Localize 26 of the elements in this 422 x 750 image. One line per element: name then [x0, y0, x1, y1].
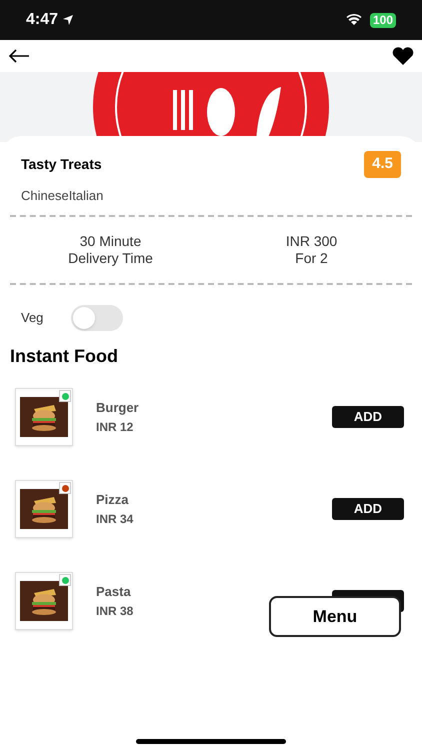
wifi-icon	[346, 14, 362, 26]
heart-icon	[392, 47, 414, 65]
rating-badge: 4.5	[364, 151, 401, 178]
cuisine-text: ChineseItalian	[20, 186, 104, 204]
back-button[interactable]	[8, 49, 30, 63]
veg-toggle[interactable]	[71, 305, 124, 331]
add-button[interactable]: ADD	[332, 406, 404, 428]
battery-indicator: 100	[370, 12, 396, 28]
add-button[interactable]: ADD	[332, 498, 404, 520]
food-price: INR 12	[96, 418, 134, 436]
stat-label: For 2	[295, 250, 328, 267]
stat-value: 30 Minute	[80, 233, 142, 250]
floating-menu[interactable]: Menu	[269, 596, 401, 637]
section-title: Instant Food	[10, 345, 119, 368]
food-name: Pasta	[96, 583, 132, 602]
food-name: Burger	[96, 399, 140, 418]
veg-label: Veg	[21, 309, 44, 328]
clock: 4:47	[26, 10, 58, 30]
food-price: INR 34	[96, 510, 134, 528]
location-arrow-icon	[62, 14, 74, 26]
favorite-button[interactable]	[392, 47, 414, 65]
stat-label: Delivery Time	[68, 250, 153, 267]
stat-value: INR 300	[286, 233, 338, 250]
food-name: Pizza	[96, 491, 130, 510]
restaurant-name: Tasty Treats	[21, 154, 102, 174]
back-arrow-icon	[8, 49, 30, 63]
